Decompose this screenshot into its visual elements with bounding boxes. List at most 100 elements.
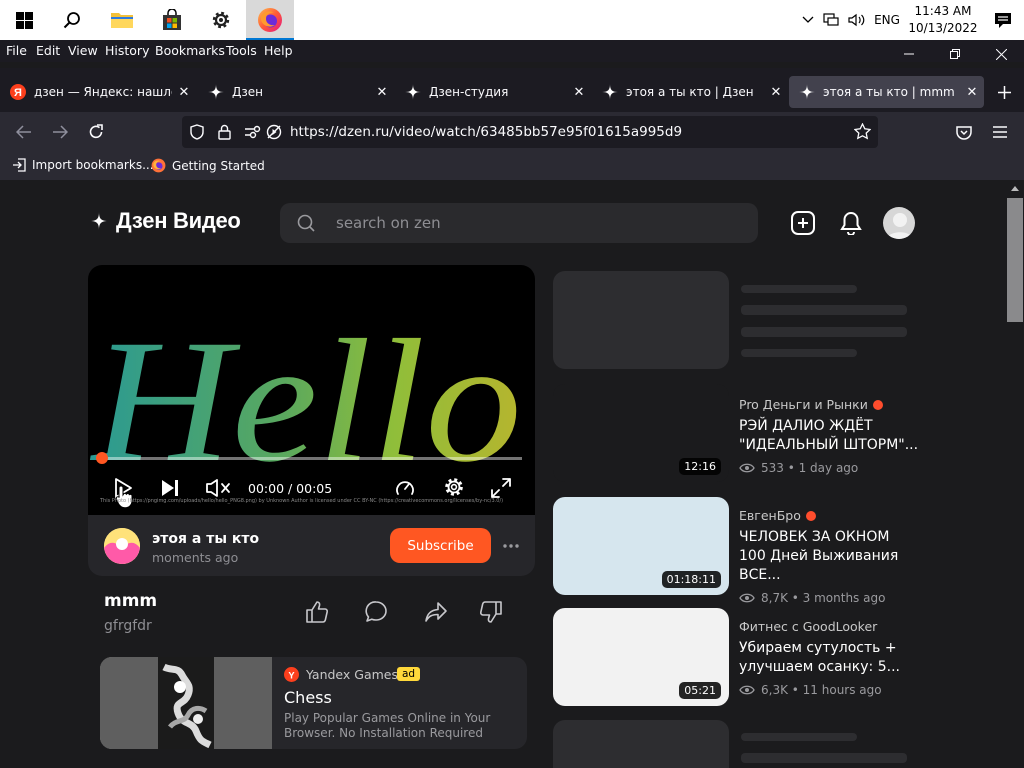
recommendation-thumbnail[interactable]: 01:18:11 <box>553 497 729 595</box>
skeleton-line <box>741 349 857 357</box>
system-tray: ENG 11:43 AM 10/13/2022 <box>798 0 1024 40</box>
tab-5-active[interactable]: этоя а ты кто | mmm ✕ <box>789 76 984 108</box>
notifications-button[interactable] <box>982 12 1024 29</box>
user-avatar[interactable] <box>883 207 915 239</box>
pocket-button[interactable] <box>950 120 978 144</box>
settings-button[interactable] <box>197 0 245 40</box>
page-scrollbar[interactable] <box>1006 180 1024 768</box>
site-search-box[interactable]: search on zen <box>280 203 758 243</box>
scrollbar-thumb[interactable] <box>1007 198 1023 322</box>
fullscreen-icon[interactable] <box>490 477 512 499</box>
tab-title: Дзен <box>232 85 263 99</box>
reload-button[interactable] <box>82 120 110 144</box>
app-menu-button[interactable] <box>986 120 1014 144</box>
web-page: Дзен Видео search on zen Hello 00:00 / 0 <box>0 180 1024 768</box>
file-explorer-button[interactable] <box>98 0 146 40</box>
video-duration: 05:21 <box>679 682 721 699</box>
new-tab-button[interactable] <box>990 80 1018 104</box>
ad-source: Yandex Games <box>306 667 398 682</box>
subscribe-button[interactable]: Subscribe <box>390 528 491 563</box>
recommendation-thumbnail[interactable]: 12:16 <box>553 384 729 482</box>
tab-close-icon[interactable]: ✕ <box>370 85 394 100</box>
close-window-button[interactable] <box>978 40 1024 68</box>
tab-title: дзен — Яндекс: нашлось <box>34 85 172 99</box>
channel-name[interactable]: этоя а ты кто <box>152 531 259 547</box>
menu-view[interactable]: View <box>68 43 98 58</box>
recommendation-info[interactable]: Pro Деньги и Рынки РЭЙ ДАЛИО ЖДЁТ "ИДЕАЛ… <box>739 397 919 475</box>
recommendation-info[interactable]: ЕвгенБро ЧЕЛОВЕК ЗА ОКНОМ 100 Дней Выжив… <box>739 508 919 605</box>
tab-close-icon[interactable]: ✕ <box>567 85 591 100</box>
clock[interactable]: 11:43 AM 10/13/2022 <box>904 3 982 37</box>
more-options-icon[interactable] <box>502 543 520 549</box>
language-indicator[interactable]: ENG <box>870 13 904 27</box>
tab-close-icon[interactable]: ✕ <box>764 85 788 100</box>
tab-2[interactable]: Дзен ✕ <box>198 76 394 108</box>
channel-avatar[interactable] <box>104 528 140 564</box>
video-player[interactable]: Hello 00:00 / 00:05 This Photo (https://… <box>88 265 535 515</box>
recommendation-thumbnail[interactable]: 05:21 <box>553 608 729 706</box>
scroll-up-icon[interactable] <box>1011 185 1019 191</box>
bookmark-label: Getting Started <box>172 158 265 173</box>
video-frame: Hello <box>90 304 522 499</box>
minimize-button[interactable] <box>886 40 932 68</box>
menu-tools[interactable]: Tools <box>226 43 257 58</box>
notifications-bell-button[interactable] <box>840 211 862 239</box>
skeleton-line <box>741 733 857 741</box>
url-text[interactable]: https://dzen.ru/video/watch/63485bb57e95… <box>290 124 682 140</box>
next-icon[interactable] <box>160 478 180 498</box>
tab-1[interactable]: Я дзен — Яндекс: нашлось ✕ <box>0 76 196 108</box>
menu-bookmarks[interactable]: Bookmarks <box>155 43 225 58</box>
create-button[interactable] <box>790 210 816 240</box>
url-bar[interactable]: https://dzen.ru/video/watch/63485bb57e95… <box>182 116 878 148</box>
tab-3[interactable]: Дзен-студия ✕ <box>395 76 591 108</box>
comment-icon[interactable] <box>364 600 388 624</box>
publish-time: moments ago <box>152 550 239 565</box>
shield-icon[interactable] <box>190 124 204 140</box>
dislike-icon[interactable] <box>479 600 503 624</box>
svg-text:Я: Я <box>14 87 22 99</box>
bookmark-import[interactable]: Import bookmarks... <box>12 158 154 172</box>
menu-edit[interactable]: Edit <box>36 43 60 58</box>
clock-date: 10/13/2022 <box>908 21 978 35</box>
speed-icon[interactable] <box>394 477 416 499</box>
firefox-taskbar-button[interactable] <box>246 0 294 40</box>
blocked-autoplay-icon[interactable] <box>266 124 282 140</box>
recommendation-stats: 8,7K • 3 months ago <box>739 591 919 605</box>
video-progress-knob[interactable] <box>96 452 108 464</box>
zen-video-logo[interactable]: Дзен Видео <box>90 208 241 234</box>
menu-file[interactable]: File <box>6 43 27 58</box>
tab-4[interactable]: этоя а ты кто | Дзен ✕ <box>592 76 788 108</box>
skeleton-line <box>741 305 907 315</box>
recommendation-info[interactable]: Фитнес с GoodLooker Убираем сутулость + … <box>739 619 919 697</box>
network-button[interactable] <box>818 13 844 27</box>
chevron-up-icon <box>802 16 814 23</box>
star-icon[interactable] <box>854 123 871 140</box>
restore-button[interactable] <box>932 40 978 68</box>
back-button[interactable] <box>10 120 38 144</box>
mute-icon[interactable] <box>205 478 231 498</box>
volume-button[interactable] <box>844 13 870 27</box>
store-button[interactable] <box>148 0 196 40</box>
folder-icon <box>111 13 133 28</box>
zen-icon <box>208 84 224 100</box>
tray-overflow-button[interactable] <box>798 16 818 24</box>
share-icon[interactable] <box>424 600 448 624</box>
bookmark-getting-started[interactable]: Getting Started <box>151 158 265 173</box>
menu-history[interactable]: History <box>105 43 149 58</box>
menu-help[interactable]: Help <box>264 43 293 58</box>
search-button[interactable] <box>48 0 96 40</box>
tab-close-icon[interactable]: ✕ <box>960 85 984 100</box>
ad-card[interactable]: Y Yandex Games ad Chess Play Popular Gam… <box>100 657 527 749</box>
recommendation-placeholder-thumbnail <box>553 720 729 768</box>
lock-icon[interactable] <box>218 124 231 140</box>
forward-button[interactable] <box>46 120 74 144</box>
permissions-icon[interactable] <box>244 125 262 139</box>
video-progress-track[interactable] <box>96 452 522 464</box>
like-icon[interactable] <box>305 600 329 624</box>
recommendation-channel: Pro Деньги и Рынки <box>739 397 919 412</box>
tab-close-icon[interactable]: ✕ <box>172 85 196 100</box>
start-button[interactable] <box>0 0 48 40</box>
video-duration: 12:16 <box>679 458 721 475</box>
arrow-left-icon <box>16 125 31 139</box>
gear-icon[interactable] <box>443 476 465 498</box>
